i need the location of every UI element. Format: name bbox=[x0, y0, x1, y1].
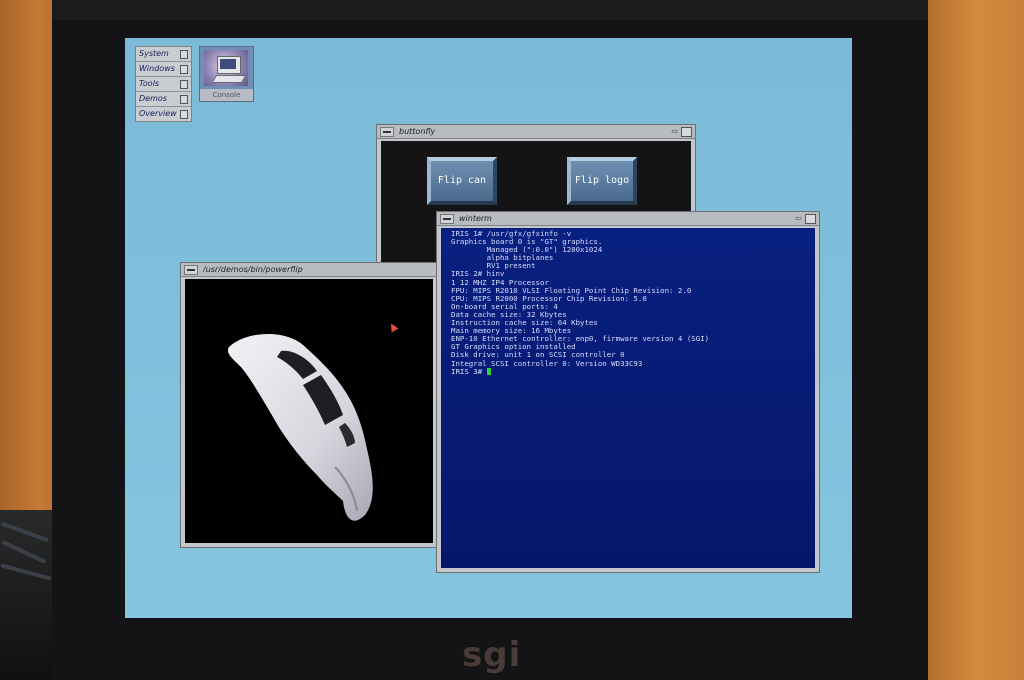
window-menu-button[interactable] bbox=[184, 265, 198, 275]
window-title: winterm bbox=[459, 214, 492, 223]
terminal-prompt: IRIS 3# bbox=[451, 366, 487, 376]
menu-box-icon bbox=[180, 50, 188, 59]
winterm-window[interactable]: winterm ▭ IRIS 1# /usr/gfx/gfxinfo -v Gr… bbox=[436, 211, 820, 573]
window-titlebar[interactable]: winterm ▭ bbox=[437, 212, 819, 226]
toolchest-item-overview[interactable]: Overview bbox=[136, 107, 191, 121]
powerflip-canvas[interactable] bbox=[185, 279, 433, 543]
terminal-line: Integral SCSI controller 0: Version WD33… bbox=[451, 358, 643, 368]
toolchest-item-demos[interactable]: Demos bbox=[136, 92, 191, 107]
cables bbox=[0, 510, 55, 680]
toolchest: System Windows Tools Demos Overview bbox=[135, 46, 192, 122]
maximize-button[interactable] bbox=[805, 214, 816, 224]
menu-box-icon bbox=[180, 110, 188, 119]
console-icon-label: Console bbox=[200, 89, 253, 101]
console-workstation-icon bbox=[204, 50, 248, 86]
desktop[interactable]: System Windows Tools Demos Overview Cons… bbox=[125, 38, 852, 618]
window-titlebar[interactable]: buttonfly ▭ bbox=[377, 125, 695, 139]
toolchest-item-tools[interactable]: Tools bbox=[136, 77, 191, 92]
menu-box-icon bbox=[180, 95, 188, 104]
menu-box-icon bbox=[180, 65, 188, 74]
flip-can-button[interactable]: Flip can bbox=[427, 157, 497, 205]
powerflip-window[interactable]: /usr/demos/bin/powerflip bbox=[180, 262, 438, 548]
terminal-prompt-line[interactable]: IRIS 3# bbox=[451, 366, 815, 376]
flip-logo-button[interactable]: Flip logo bbox=[567, 157, 637, 205]
console-desktop-icon[interactable]: Console bbox=[199, 46, 254, 102]
minimize-icon[interactable]: ▭ bbox=[794, 215, 803, 222]
window-menu-button[interactable] bbox=[440, 214, 454, 224]
toolchest-item-windows[interactable]: Windows bbox=[136, 62, 191, 77]
terminal-line: RV1 present bbox=[451, 261, 536, 271]
monitor-bezel-top bbox=[52, 0, 928, 20]
rendered-car-model bbox=[227, 333, 373, 521]
text-cursor-icon bbox=[486, 368, 491, 376]
maximize-button[interactable] bbox=[681, 127, 692, 137]
window-titlebar[interactable]: /usr/demos/bin/powerflip bbox=[181, 263, 437, 277]
sgi-logo: sgi bbox=[462, 635, 522, 675]
window-title: /usr/demos/bin/powerflip bbox=[203, 265, 303, 274]
terminal-output[interactable]: IRIS 1# /usr/gfx/gfxinfo -v Graphics boa… bbox=[441, 228, 815, 568]
minimize-icon[interactable]: ▭ bbox=[670, 128, 679, 135]
wall-background bbox=[925, 0, 1024, 680]
menu-box-icon bbox=[180, 80, 188, 89]
toolchest-item-system[interactable]: System bbox=[136, 47, 191, 62]
window-title: buttonfly bbox=[399, 127, 436, 136]
window-menu-button[interactable] bbox=[380, 127, 394, 137]
